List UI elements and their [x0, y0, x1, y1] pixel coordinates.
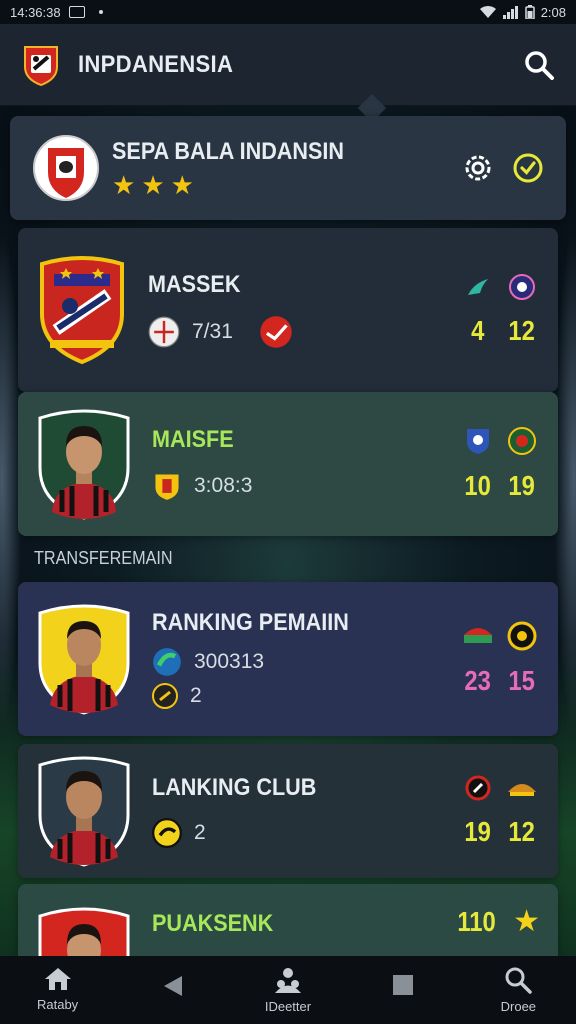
- check-circle-icon[interactable]: [512, 152, 544, 184]
- bottom-nav: Rataby IDeetter Droee: [0, 956, 576, 1024]
- ranking-stats: 23 15: [456, 621, 544, 697]
- battery-icon: [524, 5, 535, 19]
- nav-search-label: Droee: [500, 999, 537, 1014]
- ranking-meta-value-2: 2: [190, 684, 202, 707]
- bird-logo-icon: [468, 279, 488, 295]
- team-logo-icon: [508, 427, 536, 455]
- nav-square[interactable]: [358, 966, 448, 996]
- club-ranking-stats: 19 12: [456, 774, 544, 848]
- gallery-notification-icon: [68, 6, 85, 18]
- nav-people-label: IDeetter: [264, 999, 312, 1014]
- stat-value: 12: [508, 315, 536, 346]
- player-stats: 10 19: [456, 426, 544, 502]
- club-badge-icon: [153, 648, 181, 676]
- club-badge-icon: [152, 818, 182, 848]
- club-meta-value: 7/31: [192, 320, 233, 343]
- club-badge-icon: [152, 683, 178, 709]
- league-rating: ★ ★ ★: [112, 172, 370, 198]
- wifi-icon: [479, 5, 496, 18]
- square-icon: [393, 975, 414, 995]
- search-icon[interactable]: [524, 50, 554, 80]
- ball-icon: [260, 316, 292, 348]
- league-crest-icon: [33, 135, 99, 201]
- ranking-club-card[interactable]: LANKING CLUB 2 19 12: [18, 744, 558, 878]
- stat-value: 19: [464, 816, 492, 847]
- team-logo-icon: [465, 775, 491, 801]
- player-meta-value: 3:08:3: [194, 474, 253, 497]
- player-avatar: [38, 604, 130, 715]
- player-avatar: [38, 409, 130, 520]
- notification-dot-icon: [98, 10, 103, 14]
- status-time: 14:36:38: [10, 4, 61, 20]
- settings-icon[interactable]: [462, 152, 494, 184]
- club-badge-icon: [148, 316, 180, 348]
- stat-value: 23: [464, 665, 492, 696]
- ranking-meta-value: 300313: [194, 650, 265, 673]
- league-card[interactable]: SEPA BALA INDANSIN ★ ★ ★: [10, 116, 566, 220]
- home-icon: [44, 968, 71, 990]
- ranking-club-meta: 2: [194, 821, 206, 844]
- stat-value: 15: [508, 665, 536, 696]
- stat-value: 110: [457, 906, 496, 937]
- player-avatar: [38, 756, 130, 867]
- ranking-player-card[interactable]: RANKING PEMAIIN 300313 2 23 15: [18, 582, 558, 736]
- back-icon: [163, 976, 182, 996]
- star-icon: ★: [112, 170, 136, 200]
- club-card[interactable]: MASSEK 7/31 4 12: [18, 228, 558, 392]
- status-clock: 2:08: [540, 4, 566, 20]
- stat-value: 4: [471, 315, 485, 346]
- star-icon: ★: [141, 170, 165, 200]
- signal-icon: [502, 6, 518, 19]
- team-logo-icon: [464, 628, 492, 643]
- star-icon: ★: [513, 905, 540, 938]
- player-name: MAISFE: [152, 426, 234, 453]
- app-logo-icon: [24, 45, 58, 86]
- people-icon: [274, 968, 301, 993]
- team-logo-icon: [467, 429, 489, 454]
- ranking-club-title: LANKING CLUB: [152, 774, 317, 801]
- section-label: TRANSFEREMAIN: [34, 548, 173, 568]
- team-logo-icon: [509, 274, 535, 300]
- app-bar: INPDANENSIA: [0, 24, 576, 106]
- team-logo-icon: [508, 784, 536, 796]
- status-bar: 14:36:38 2:08: [0, 0, 576, 24]
- nav-home[interactable]: Rataby: [13, 966, 103, 1012]
- nav-people[interactable]: IDeetter: [243, 966, 333, 1014]
- club-stats: 4 12: [456, 273, 544, 347]
- stat-value: 19: [508, 470, 536, 501]
- nav-search[interactable]: Droee: [473, 966, 563, 1014]
- nav-home-label: Rataby: [36, 997, 79, 1012]
- player-card[interactable]: PUAKSENK 110 ★: [18, 884, 558, 964]
- player-name: PUAKSENK: [152, 910, 274, 937]
- ranking-title: RANKING PEMAIIN: [152, 609, 349, 636]
- club-name: MASSEK: [148, 271, 241, 298]
- club-badge-icon: [155, 474, 179, 500]
- search-icon: [505, 967, 533, 994]
- team-logo-icon: [507, 621, 537, 651]
- club-crest-icon: [40, 256, 124, 365]
- player-card[interactable]: MAISFE 3:08:3 10 19: [18, 392, 558, 536]
- app-title: INPDANENSIA: [78, 50, 234, 78]
- star-icon: ★: [170, 170, 194, 200]
- league-name: SEPA BALA INDANSIN: [112, 138, 345, 165]
- nav-back[interactable]: [128, 966, 218, 998]
- stat-value: 12: [508, 816, 536, 847]
- stat-value: 10: [464, 470, 492, 501]
